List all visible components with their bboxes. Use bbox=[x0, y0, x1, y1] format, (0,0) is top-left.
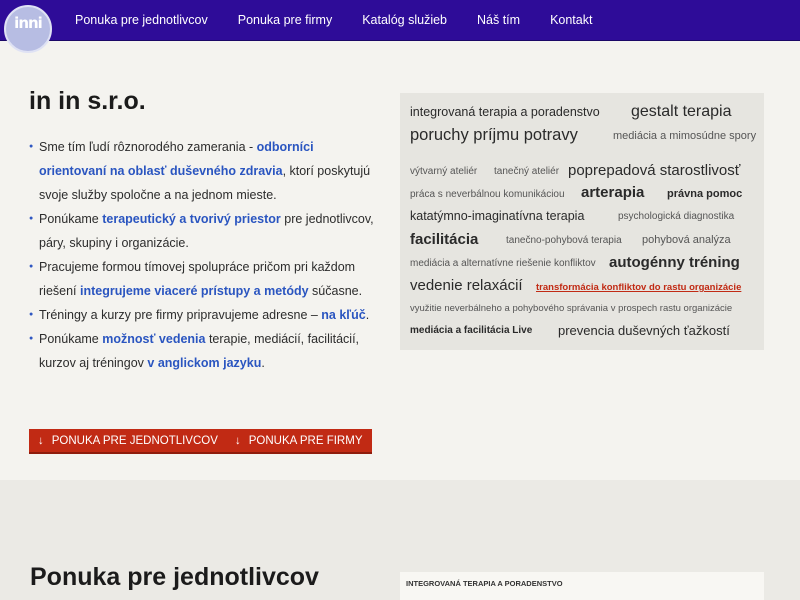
tag-link[interactable]: tanečno-pohybová terapia bbox=[506, 236, 622, 246]
intro-bullet-1: Sme tím ľudí rôznorodého zamerania - odb… bbox=[29, 135, 384, 207]
down-arrow-icon: ↓ bbox=[38, 435, 44, 447]
tag-link[interactable]: autogénny tréning bbox=[609, 255, 740, 270]
service-tag-cloud: integrovaná terapia a poradenstvo gestal… bbox=[400, 93, 764, 350]
tag-link[interactable]: mediácia a facilitácia Live bbox=[410, 326, 532, 336]
tag-link[interactable]: mediácia a mimosúdne spory bbox=[613, 131, 756, 142]
nav-item-contact[interactable]: Kontakt bbox=[535, 0, 607, 41]
tag-link[interactable]: katatýmno-imaginatívna terapia bbox=[410, 210, 584, 223]
top-navbar: Ponuka pre jednotlivcov Ponuka pre firmy… bbox=[0, 0, 800, 41]
tag-link[interactable]: tanečný ateliér bbox=[494, 167, 559, 177]
service-card-label: integrovaná terapia a poradenstvo bbox=[406, 579, 563, 588]
intro-bullet-list: Sme tím ľudí rôznorodého zamerania - odb… bbox=[29, 135, 384, 375]
companies-offer-button[interactable]: ↓ Ponuka pre firmy bbox=[226, 429, 372, 454]
site-logo[interactable]: inni bbox=[4, 5, 52, 53]
tag-link[interactable]: poprepadová starostlivosť bbox=[568, 163, 740, 178]
tag-link[interactable]: psychologická diagnostika bbox=[618, 212, 734, 222]
individuals-offer-button[interactable]: ↓ Ponuka pre jednotlivcov bbox=[29, 429, 227, 454]
nav-item-team[interactable]: Náš tím bbox=[462, 0, 535, 41]
service-card: integrovaná terapia a poradenstvo bbox=[400, 572, 764, 600]
tag-link[interactable]: vedenie relaxácií bbox=[410, 278, 523, 293]
tag-link[interactable]: mediácia a alternatívne riešenie konflik… bbox=[410, 259, 596, 269]
down-arrow-icon: ↓ bbox=[235, 435, 241, 447]
individuals-offer-label: Ponuka pre jednotlivcov bbox=[51, 435, 218, 447]
tag-link[interactable]: pohybová analýza bbox=[642, 235, 731, 246]
tag-link[interactable]: facilitácia bbox=[410, 232, 478, 247]
main-menu: Ponuka pre jednotlivcov Ponuka pre firmy… bbox=[60, 0, 607, 41]
nav-item-individuals[interactable]: Ponuka pre jednotlivcov bbox=[60, 0, 223, 41]
tag-link[interactable]: prevencia duševných ťažkostí bbox=[558, 324, 730, 337]
tag-link[interactable]: integrovaná terapia a poradenstvo bbox=[410, 106, 600, 119]
tag-link[interactable]: arterapia bbox=[581, 185, 644, 200]
nav-item-companies[interactable]: Ponuka pre firmy bbox=[223, 0, 347, 41]
companies-offer-label: Ponuka pre firmy bbox=[248, 435, 363, 447]
tag-link[interactable]: využitie neverbálneho a pohybového správ… bbox=[410, 304, 732, 314]
tag-link[interactable]: poruchy príjmu potravy bbox=[410, 127, 578, 144]
tag-link[interactable]: transformácia konfliktov do rastu organi… bbox=[536, 283, 741, 293]
intro-bullet-3: Pracujeme formou tímovej spolupráce prič… bbox=[29, 255, 384, 303]
company-name: in in s.r.o. bbox=[29, 87, 146, 115]
section-title: Ponuka pre jednotlivcov bbox=[30, 563, 319, 591]
logo-text: inni bbox=[14, 14, 43, 32]
tag-link[interactable]: právna pomoc bbox=[667, 189, 742, 200]
tag-link[interactable]: gestalt terapia bbox=[631, 104, 732, 120]
intro-bullet-5: Ponúkame možnosť vedenia terapie, mediác… bbox=[29, 327, 384, 375]
intro-bullet-4: Tréningy a kurzy pre firmy pripravujeme … bbox=[29, 303, 384, 327]
tag-link[interactable]: výtvarný ateliér bbox=[410, 167, 477, 177]
nav-item-catalog[interactable]: Katalóg služieb bbox=[347, 0, 462, 41]
intro-bullet-2: Ponúkame terapeutický a tvorivý priestor… bbox=[29, 207, 384, 255]
tag-link[interactable]: práca s neverbálnou komunikáciou bbox=[410, 190, 565, 200]
